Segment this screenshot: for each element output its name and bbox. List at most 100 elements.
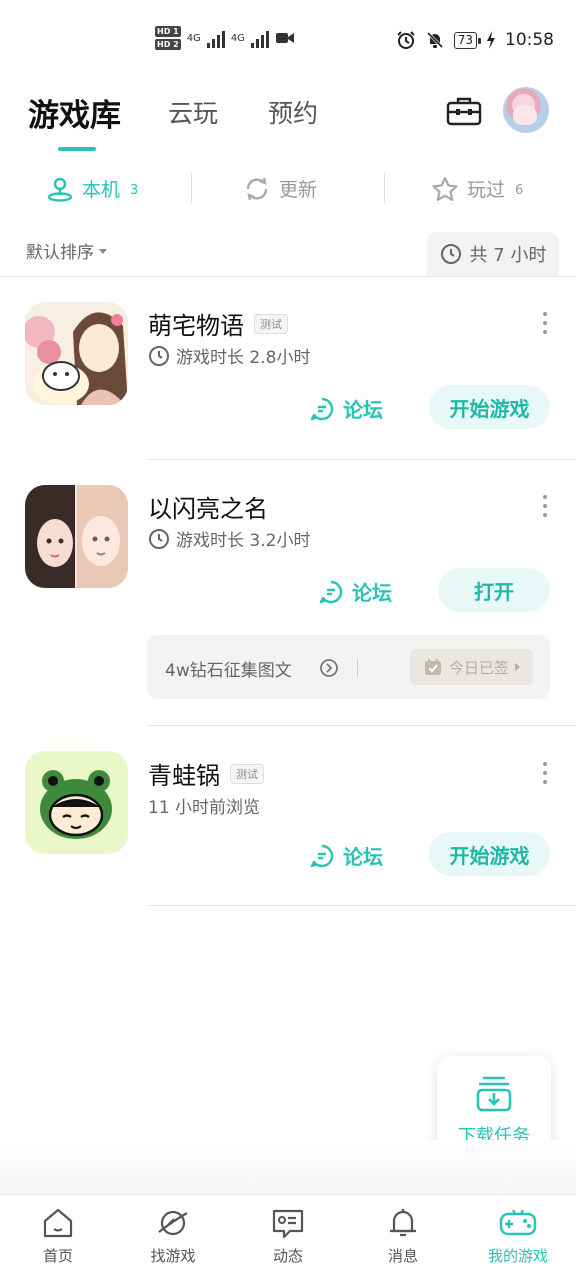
nav-home[interactable]: 首页	[8, 1207, 108, 1266]
divider	[147, 459, 576, 460]
arrow-right-circle-icon	[320, 659, 338, 677]
clock-icon	[440, 244, 461, 264]
bell-icon	[390, 1209, 416, 1237]
more-menu-icon[interactable]	[540, 762, 550, 784]
toolbox-icon[interactable]	[446, 96, 482, 126]
open-game-button[interactable]: 打开	[438, 568, 550, 612]
divider	[0, 276, 576, 277]
sim-badges: HD 1 HD 2	[155, 26, 181, 50]
game-playtime: 游戏时长 2.8小时	[148, 343, 310, 368]
subtab-update-label: 更新	[279, 179, 318, 201]
game-last-viewed-text: 11 小时前浏览	[148, 798, 261, 818]
nav-messages[interactable]: 消息	[353, 1207, 453, 1266]
nav-my-games[interactable]: 我的游戏	[468, 1207, 568, 1266]
feed-icon	[272, 1209, 304, 1239]
event-notice-text: 4w钻石征集图文	[165, 661, 292, 681]
subtab-played[interactable]: 玩过 6	[431, 175, 523, 202]
subtab-update[interactable]: 更新	[243, 175, 317, 202]
test-badge: 测试	[254, 313, 288, 334]
chat-bubble-icon	[310, 397, 334, 420]
total-playtime-text: 共 7 小时	[469, 245, 547, 266]
chat-bubble-icon	[310, 844, 334, 867]
location-person-icon	[47, 177, 73, 202]
nav-my-games-label: 我的游戏	[487, 1247, 548, 1265]
sub-tabs: 本机 3 更新 玩过 6	[0, 165, 576, 215]
more-menu-icon[interactable]	[540, 312, 550, 334]
divider	[147, 905, 576, 906]
alarm-icon	[397, 31, 415, 49]
checkin-button[interactable]: 今日已签	[410, 649, 533, 685]
chat-bubble-icon	[319, 580, 343, 603]
game-playtime-text: 游戏时长 3.2小时	[176, 531, 311, 551]
header: 游戏库 云玩 预约	[0, 80, 576, 151]
home-icon	[43, 1208, 73, 1238]
bottom-fade	[0, 1140, 576, 1194]
system-indicators: 73 10:58	[396, 30, 554, 50]
tab-reservation[interactable]: 预约	[268, 94, 318, 130]
forum-label: 论坛	[352, 581, 392, 605]
subtab-local-label: 本机	[82, 179, 121, 201]
nav-messages-label: 消息	[387, 1247, 418, 1265]
game-icon-mengzhai[interactable]	[25, 302, 128, 405]
total-playtime: 共 7 小时	[427, 232, 559, 276]
battery-indicator: 73	[453, 31, 482, 49]
bottom-navigation: 首页 找游戏 动态 消息 我的游戏	[0, 1194, 576, 1280]
signal-icon-2	[250, 28, 269, 48]
nav-feed[interactable]: 动态	[238, 1207, 338, 1266]
event-notice[interactable]: 4w钻石征集图文 今日已签	[147, 635, 550, 699]
start-game-button[interactable]: 开始游戏	[429, 385, 550, 429]
download-tray-icon	[476, 1076, 512, 1112]
nav-find-games-label: 找游戏	[150, 1247, 196, 1265]
avatar-icon[interactable]	[503, 87, 549, 133]
game-icon-shining-nikki[interactable]	[25, 485, 128, 588]
divider	[191, 173, 192, 203]
subtab-played-count: 6	[515, 183, 524, 198]
planet-icon	[158, 1210, 188, 1236]
clock-icon	[149, 528, 169, 549]
nav-find-games[interactable]: 找游戏	[123, 1207, 223, 1266]
gamepad-icon	[499, 1209, 537, 1236]
net2-label: 4G	[230, 32, 245, 44]
divider	[384, 173, 385, 203]
forum-button[interactable]: 论坛	[309, 394, 383, 423]
clock-icon	[149, 345, 169, 366]
more-menu-icon[interactable]	[540, 495, 550, 517]
test-badge: 测试	[230, 763, 264, 784]
sort-label: 默认排序	[26, 243, 94, 263]
game-playtime-text: 游戏时长 2.8小时	[176, 348, 311, 368]
subtab-local[interactable]: 本机 3	[46, 175, 138, 202]
caret-right-icon	[515, 663, 520, 671]
clock: 10:58	[505, 30, 554, 50]
subtab-played-label: 玩过	[467, 179, 506, 201]
network-indicators: HD 1 HD 2 4G 4G	[155, 26, 295, 50]
tab-game-library[interactable]: 游戏库	[28, 90, 121, 151]
forum-label: 论坛	[343, 845, 383, 869]
divider	[357, 659, 358, 677]
mute-bell-icon	[426, 31, 443, 49]
sim1-badge: HD 1	[155, 26, 181, 37]
game-name: 萌宅物语	[148, 312, 244, 340]
video-camera-icon	[275, 33, 294, 43]
sort-dropdown[interactable]: 默认排序	[26, 238, 107, 263]
divider	[147, 725, 576, 726]
game-title[interactable]: 萌宅物语 测试	[148, 306, 288, 341]
tab-cloud-play[interactable]: 云玩	[168, 94, 218, 130]
star-icon	[432, 176, 458, 201]
nav-home-label: 首页	[42, 1247, 73, 1265]
checkin-label: 今日已签	[448, 658, 509, 677]
forum-button[interactable]: 论坛	[318, 577, 392, 606]
status-bar: HD 1 HD 2 4G 4G 73 10:58	[0, 0, 576, 80]
refresh-icon	[246, 177, 268, 200]
game-icon-qingwaguo[interactable]	[25, 751, 128, 854]
game-name: 青蛙锅	[148, 762, 220, 790]
net1-label: 4G	[186, 32, 201, 44]
sim2-badge: HD 2	[155, 39, 181, 50]
nav-feed-label: 动态	[272, 1247, 303, 1265]
start-game-button[interactable]: 开始游戏	[429, 832, 550, 876]
game-playtime: 游戏时长 3.2小时	[148, 526, 310, 551]
game-title[interactable]: 青蛙锅 测试	[148, 756, 264, 791]
subtab-local-count: 3	[130, 183, 139, 198]
charging-icon	[487, 31, 495, 49]
forum-button[interactable]: 论坛	[309, 841, 383, 870]
game-title[interactable]: 以闪亮之名	[148, 489, 268, 524]
